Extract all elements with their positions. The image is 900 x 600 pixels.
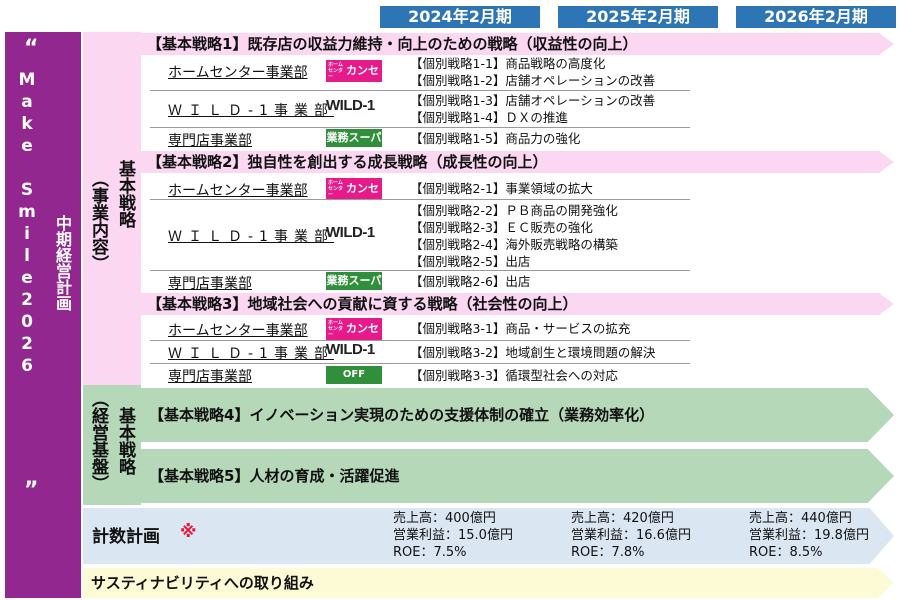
gyomu-super-logo: 業務スーパー: [326, 272, 382, 305]
operating-income-value: 営業利益：16.6億円: [571, 528, 691, 543]
strategy-3-banner: 【基本戦略3】地域社会への貢献に資する戦略（社会性の向上）: [141, 293, 894, 315]
category-foundation-paren: （経営基盤）: [88, 390, 108, 492]
numeric-plan-2025: 売上高：420億円 営業利益：16.6億円 ROE：7.8%: [571, 510, 691, 561]
business-label: ホームセンター事業部: [168, 323, 308, 339]
row-divider: [150, 270, 690, 271]
year-header-2024: 2024年2月期: [380, 6, 540, 28]
wild1-logo: WILD-1: [326, 97, 375, 114]
operating-income-value: 営業利益：19.8億円: [749, 528, 869, 543]
category-business-paren: （事業内容）: [88, 170, 108, 272]
row-divider: [150, 199, 690, 200]
row-divider: [150, 340, 690, 341]
roe-value: ROE：8.5%: [749, 545, 823, 560]
category-business: 基本戦略 （事業内容）: [83, 32, 141, 387]
year-header-2025: 2025年2月期: [558, 6, 718, 28]
strategy-1-banner: 【基本戦略1】既存店の収益力維持・向上のための戦略（収益性の向上）: [141, 33, 894, 55]
strategy-2-banner: 【基本戦略2】独自性を創出する成長戦略（成長性の向上）: [141, 151, 894, 173]
strategy-5-bar: 【基本戦略5】人材の育成・活躍促進: [141, 449, 894, 503]
category-foundation-title: 基本戦略: [115, 407, 135, 475]
gyomu-super-logo: 業務スーパー: [326, 129, 382, 162]
strategy-item: 【個別戦略2-6】出店: [410, 274, 531, 289]
business-label: ＷＩＬＤ-1事業部: [168, 229, 334, 245]
strategy-item: 【個別戦略1-1】商品戦略の高度化: [410, 56, 606, 71]
numeric-plan-2024: 売上高：400億円 営業利益：15.0億円 ROE：7.5%: [393, 510, 513, 561]
strategy-item: 【個別戦略2-2】ＰＢ商品の開発強化: [410, 203, 618, 218]
roe-value: ROE：7.5%: [393, 545, 467, 560]
strategy-item: 【個別戦略3-3】循環型社会への対応: [410, 368, 618, 383]
kanseki-logo: ホームセンター カンセキ: [326, 60, 382, 99]
strategy-item: 【個別戦略3-2】地域創生と環境問題の解決: [410, 345, 656, 360]
plan-quote-close: ”: [24, 478, 39, 503]
kanseki-logo-pre: ホームセンター: [328, 62, 344, 80]
sales-value: 売上高：420億円: [571, 511, 674, 526]
strategy-4-bar: 【基本戦略4】イノベーション実現のための支援体制の確立（業務効率化）: [141, 388, 894, 442]
numeric-plan-note-mark: ※: [180, 522, 197, 542]
wild1-logo: WILD-1: [326, 341, 375, 358]
strategy-item: 【個別戦略2-1】事業領域の拡大: [410, 181, 593, 196]
wild1-logo: WILD-1: [326, 224, 375, 241]
kanseki-logo-pre: ホームセンター: [328, 320, 344, 338]
plan-name: Make Smile2026: [17, 70, 37, 378]
numeric-plan-2026: 売上高：440億円 営業利益：19.8億円 ROE：8.5%: [749, 510, 869, 561]
kanseki-logo-pre: ホームセンター: [328, 180, 344, 198]
plan-quote-open: “: [24, 36, 39, 61]
business-label: ホームセンター事業部: [168, 65, 308, 81]
strategy-item: 【個別戦略2-4】海外販売戦略の構築: [410, 237, 618, 252]
business-label: ＷＩＬＤ-1事業部: [168, 346, 334, 362]
strategy-item: 【個別戦略1-4】ＤＸの推進: [410, 110, 568, 125]
strategy-item: 【個別戦略2-5】出店: [410, 254, 531, 269]
business-label: ホームセンター事業部: [168, 183, 308, 199]
off-house-logo: OFF HOUSE: [326, 366, 382, 398]
business-label: 専門店事業部: [168, 276, 252, 292]
category-business-title: 基本戦略: [115, 160, 135, 228]
business-label: 専門店事業部: [168, 369, 252, 385]
row-divider: [150, 127, 690, 128]
kanseki-logo-text: カンセキ: [346, 64, 379, 99]
strategy-item: 【個別戦略1-2】店舗オペレーションの改善: [410, 73, 656, 88]
row-divider: [150, 363, 690, 364]
year-header-2026: 2026年2月期: [736, 6, 896, 28]
business-label: 専門店事業部: [168, 133, 252, 149]
strategy-item: 【個別戦略2-3】ＥＣ販売の強化: [410, 220, 593, 235]
strategy-item: 【個別戦略1-3】店舗オペレーションの改善: [410, 93, 656, 108]
business-label: ＷＩＬＤ-1事業部: [168, 103, 334, 119]
strategy-item: 【個別戦略1-5】商品力の強化: [410, 131, 581, 146]
sales-value: 売上高：440億円: [749, 511, 852, 526]
plan-subtitle: 中期経営計画: [53, 215, 72, 311]
sustainability-bar: サスティナビリティへの取り組み: [83, 568, 894, 598]
numeric-plan-title: 計数計画: [92, 527, 160, 547]
operating-income-value: 営業利益：15.0億円: [393, 528, 513, 543]
category-foundation: 基本戦略 （経営基盤）: [83, 385, 141, 505]
kanseki-logo: ホームセンター カンセキ: [326, 318, 382, 357]
sales-value: 売上高：400億円: [393, 511, 496, 526]
roe-value: ROE：7.8%: [571, 545, 645, 560]
kanseki-logo: ホームセンター カンセキ: [326, 178, 382, 217]
strategy-item: 【個別戦略3-1】商品・サービスの拡充: [410, 321, 631, 336]
row-divider: [150, 90, 690, 91]
